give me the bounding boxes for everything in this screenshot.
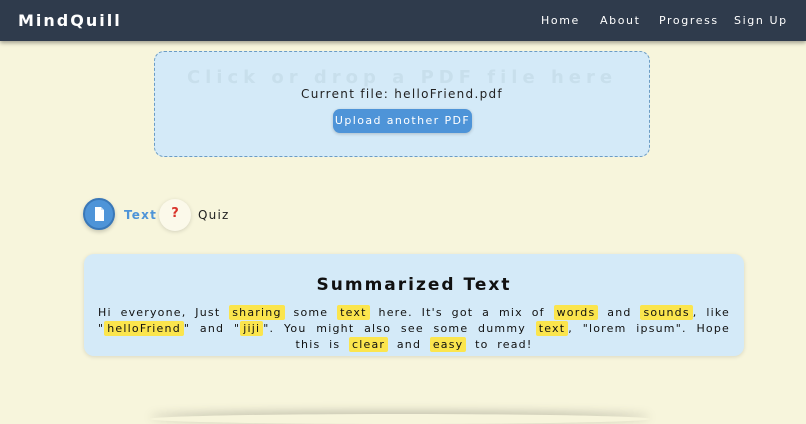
tab-text-icon-button[interactable]	[83, 198, 115, 230]
summary-text: Hi everyone, Just sharing some text here…	[98, 305, 730, 353]
highlighted-keyword: helloFriend	[104, 321, 184, 336]
summary-text-segment: Hi everyone, Just	[98, 306, 230, 319]
tab-text[interactable]: Text	[124, 208, 157, 222]
document-icon	[95, 207, 104, 221]
summary-text-segment: to read!	[466, 338, 533, 351]
summary-text-segment: and	[388, 338, 430, 351]
highlighted-keyword: text	[337, 305, 370, 320]
next-card-edge	[150, 414, 650, 424]
nav-link-sign-up[interactable]: Sign Up	[734, 14, 788, 27]
logo[interactable]: MindQuill	[18, 11, 122, 30]
nav-link-progress[interactable]: Progress	[659, 14, 719, 27]
tab-quiz-icon-button[interactable]: ?	[159, 199, 191, 231]
highlighted-keyword: words	[553, 305, 599, 320]
summary-text-segment: " and "	[183, 322, 241, 335]
highlighted-keyword: text	[535, 321, 569, 336]
nav-link-about[interactable]: About	[600, 14, 641, 27]
navbar: MindQuill Home About Progress Sign Up	[0, 0, 806, 41]
pdf-dropzone[interactable]: Click or drop a PDF file here Current fi…	[154, 51, 650, 157]
highlighted-keyword: sounds	[640, 305, 693, 320]
summary-text-segment: here. It's got a mix of	[369, 306, 554, 319]
summary-text-segment: and	[598, 306, 641, 319]
upload-another-pdf-button[interactable]: Upload another PDF	[333, 109, 472, 133]
highlighted-keyword: clear	[349, 337, 389, 352]
nav-link-home[interactable]: Home	[541, 14, 580, 27]
question-mark-icon: ?	[171, 206, 179, 221]
summary-text-segment: some	[284, 306, 338, 319]
highlighted-keyword: jiji	[240, 321, 264, 336]
highlighted-keyword: easy	[429, 337, 467, 352]
tab-quiz[interactable]: Quiz	[198, 208, 229, 222]
dropzone-prompt: Click or drop a PDF file here	[186, 67, 618, 88]
highlighted-keyword: sharing	[229, 305, 285, 320]
summary-title: Summarized Text	[316, 275, 512, 295]
current-file-label: Current file: helloFriend.pdf	[301, 87, 503, 101]
summary-text-segment: ". You might also see some dummy	[263, 322, 536, 335]
summary-card: Summarized Text Hi everyone, Just sharin…	[84, 254, 744, 356]
